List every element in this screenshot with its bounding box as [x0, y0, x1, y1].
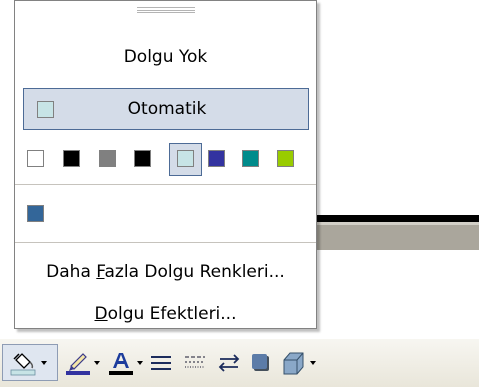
drawing-toolbar — [0, 339, 479, 387]
font-color-dropdown-arrow[interactable] — [135, 339, 145, 387]
dash-style-icon[interactable] — [182, 339, 208, 387]
menu-separator — [15, 242, 316, 243]
fill-color-icon[interactable] — [8, 339, 38, 387]
fill-color-menu: Dolgu Yok Otomatik Daha Fazla Dolgu Renk… — [14, 0, 317, 329]
no-fill-option[interactable]: Dolgu Yok — [15, 46, 316, 68]
fill-color-dropdown-arrow[interactable] — [39, 339, 49, 387]
fill-effects-option[interactable]: Dolgu Efektleri... — [15, 303, 316, 325]
color-swatch-teal[interactable] — [242, 150, 259, 167]
color-swatch-black[interactable] — [134, 150, 151, 167]
line-color-dropdown-arrow[interactable] — [92, 339, 102, 387]
document-line — [316, 215, 479, 222]
more-buttons-arrow[interactable] — [308, 339, 318, 387]
more-fill-colors-text-after: azla Dolgu Renkleri... — [104, 262, 285, 282]
custom-color-swatch[interactable] — [27, 205, 44, 222]
more-fill-colors-accelerator: F — [96, 262, 105, 282]
color-swatch-white[interactable] — [27, 150, 44, 167]
3d-style-icon[interactable] — [278, 339, 308, 387]
color-swatch-gray[interactable] — [99, 150, 116, 167]
document-gray-shadow — [316, 222, 479, 225]
line-style-icon[interactable] — [148, 339, 174, 387]
more-fill-colors-text-before: Daha — [46, 262, 97, 282]
color-swatch-lime[interactable] — [277, 150, 294, 167]
automatic-option[interactable]: Otomatik — [23, 88, 309, 130]
line-color-icon[interactable] — [65, 339, 91, 387]
automatic-option-label: Otomatik — [127, 99, 207, 119]
arrow-style-icon[interactable] — [216, 339, 242, 387]
color-swatch-black[interactable] — [63, 150, 80, 167]
color-swatch-light-teal[interactable] — [177, 150, 194, 167]
color-swatch-blue[interactable] — [208, 150, 225, 167]
font-color-icon[interactable] — [108, 339, 134, 387]
more-fill-colors-option[interactable]: Daha Fazla Dolgu Renkleri... — [15, 261, 316, 283]
document-gray-band — [316, 222, 479, 250]
menu-separator — [15, 184, 316, 185]
fill-effects-text-after: olgu Efektleri... — [107, 304, 237, 324]
shadow-style-icon[interactable] — [248, 339, 274, 387]
menu-drag-handle-line — [137, 10, 195, 11]
fill-effects-accelerator: D — [94, 304, 108, 324]
